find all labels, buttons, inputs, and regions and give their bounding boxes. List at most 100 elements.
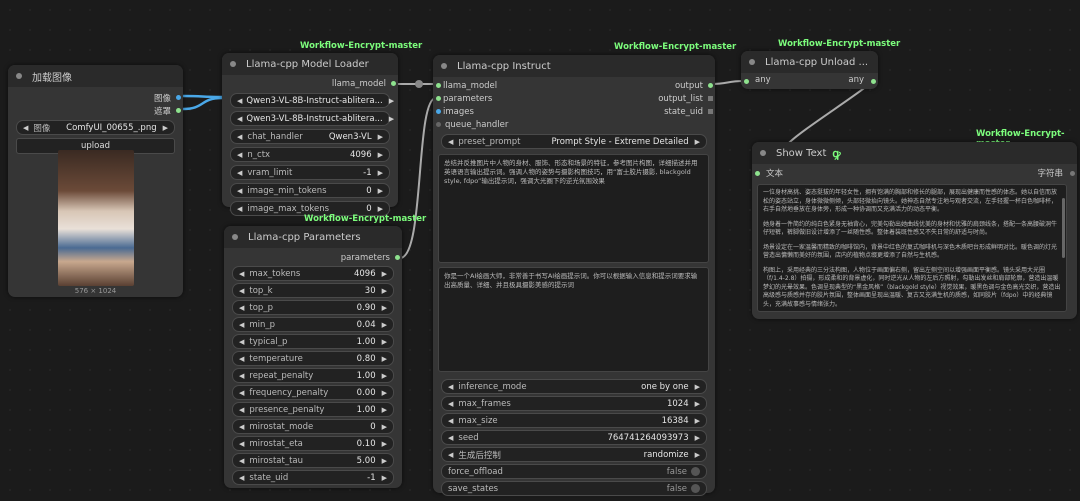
system-prompt-textarea[interactable]: 你是一个AI绘画大师，非常善于书写AI绘画提示词。你可以根据输入信息和提示词要求… (438, 267, 709, 372)
input-parameters[interactable]: parameters (433, 92, 573, 105)
instruct-widget-1[interactable]: ◀ max_frames 1024 ▶ (441, 396, 707, 411)
left-arrow-icon[interactable]: ◀ (239, 270, 244, 278)
toggle-icon[interactable] (691, 484, 700, 493)
right-arrow-icon[interactable]: ▶ (382, 287, 387, 295)
input-queue-handler[interactable]: queue_handler (433, 118, 573, 131)
node-header[interactable]: 加载图像 (8, 65, 183, 87)
param-max-tokens-input[interactable]: ◀ max_tokens 4096 ▶ (232, 266, 394, 281)
output-image[interactable]: 图像 (8, 91, 183, 104)
image-min-tokens-input[interactable]: ◀ image_min_tokens 0 ▶ (230, 183, 390, 198)
param-temperature-input[interactable]: ◀ temperature 0.80 ▶ (232, 351, 394, 366)
right-arrow-icon[interactable]: ▶ (695, 451, 700, 459)
output-pin-icon[interactable] (176, 108, 181, 113)
output-pin-icon[interactable] (176, 95, 181, 100)
chat-handler-select[interactable]: ◀ chat_handler Qwen3-VL ▶ (230, 129, 390, 144)
input-pin-icon[interactable] (436, 109, 441, 114)
output-any[interactable]: any (848, 75, 876, 85)
instruct-widget-2[interactable]: ◀ max_size 16384 ▶ (441, 413, 707, 428)
param-mirostat-tau-input[interactable]: ◀ mirostat_tau 5.00 ▶ (232, 453, 394, 468)
instruct-widget-6[interactable]: save_states false (441, 481, 707, 496)
parameters-node[interactable]: Llama-cpp Parameters parameters ◀ max_tok… (224, 226, 402, 488)
input-any[interactable]: any (744, 75, 771, 85)
mmproj-select[interactable]: ◀ Qwen3-VL-8B-Instruct-abliterа... ▶ (230, 111, 394, 126)
right-arrow-icon[interactable]: ▶ (378, 133, 383, 141)
left-arrow-icon[interactable]: ◀ (237, 187, 242, 195)
output-pin-icon[interactable] (708, 109, 713, 114)
right-arrow-icon[interactable]: ▶ (382, 389, 387, 397)
instruct-widget-3[interactable]: ◀ seed 764741264093973 ▶ (441, 430, 707, 445)
toggle-icon[interactable] (691, 467, 700, 476)
param-mirostat-eta-input[interactable]: ◀ mirostat_eta 0.10 ▶ (232, 436, 394, 451)
left-arrow-icon[interactable]: ◀ (239, 389, 244, 397)
collapse-dot-icon[interactable] (232, 234, 238, 240)
left-arrow-icon[interactable]: ◀ (239, 423, 244, 431)
input-pin-icon[interactable] (436, 96, 441, 101)
vram-limit-input[interactable]: ◀ vram_limit -1 ▶ (230, 165, 390, 180)
left-arrow-icon[interactable]: ◀ (239, 372, 244, 380)
input-pin-icon[interactable] (744, 78, 749, 84)
left-arrow-icon[interactable]: ◀ (239, 406, 244, 414)
output-pin-icon[interactable] (1070, 170, 1075, 176)
output-mask[interactable]: 遮罩 (8, 104, 183, 117)
right-arrow-icon[interactable]: ▶ (695, 138, 700, 146)
param-presence-penalty-input[interactable]: ◀ presence_penalty 1.00 ▶ (232, 402, 394, 417)
left-arrow-icon[interactable]: ◀ (448, 451, 453, 459)
right-arrow-icon[interactable]: ▶ (378, 187, 383, 195)
right-arrow-icon[interactable]: ▶ (382, 270, 387, 278)
instruct-widget-5[interactable]: force_offload false (441, 464, 707, 479)
param-top-k-input[interactable]: ◀ top_k 30 ▶ (232, 283, 394, 298)
right-arrow-icon[interactable]: ▶ (389, 115, 394, 123)
right-arrow-icon[interactable]: ▶ (382, 321, 387, 329)
n-ctx-input[interactable]: ◀ n_ctx 4096 ▶ (230, 147, 390, 162)
left-arrow-icon[interactable]: ◀ (237, 133, 242, 141)
left-arrow-icon[interactable]: ◀ (239, 287, 244, 295)
output-pin-icon[interactable] (871, 78, 876, 84)
output-pin-icon[interactable] (391, 81, 396, 86)
right-arrow-icon[interactable]: ▶ (382, 440, 387, 448)
right-arrow-icon[interactable]: ▶ (378, 169, 383, 177)
right-arrow-icon[interactable]: ▶ (695, 434, 700, 442)
collapse-dot-icon[interactable] (16, 73, 22, 79)
scrollbar[interactable] (1062, 198, 1065, 258)
right-arrow-icon[interactable]: ▶ (382, 372, 387, 380)
input-llama-model[interactable]: llama_model (433, 79, 573, 92)
right-arrow-icon[interactable]: ▶ (695, 400, 700, 408)
left-arrow-icon[interactable]: ◀ (239, 457, 244, 465)
left-arrow-icon[interactable]: ◀ (237, 205, 242, 213)
left-arrow-icon[interactable]: ◀ (239, 355, 244, 363)
left-arrow-icon[interactable]: ◀ (237, 97, 242, 105)
param-min-p-input[interactable]: ◀ min_p 0.04 ▶ (232, 317, 394, 332)
left-arrow-icon[interactable]: ◀ (239, 440, 244, 448)
right-arrow-icon[interactable]: ▶ (163, 124, 168, 132)
image-select[interactable]: ◀ 图像 ComfyUI_00655_.png ▶ (16, 120, 175, 135)
right-arrow-icon[interactable]: ▶ (382, 304, 387, 312)
right-arrow-icon[interactable]: ▶ (378, 205, 383, 213)
model-select[interactable]: ◀ Qwen3-VL-8B-Instruct-abliterа... ▶ (230, 93, 394, 108)
left-arrow-icon[interactable]: ◀ (448, 434, 453, 442)
output-string[interactable]: 字符串 (1037, 167, 1075, 179)
input-images[interactable]: images (433, 105, 573, 118)
output-parameters[interactable]: parameters (224, 251, 402, 264)
right-arrow-icon[interactable]: ▶ (382, 355, 387, 363)
left-arrow-icon[interactable]: ◀ (239, 474, 244, 482)
list-pin-icon[interactable] (708, 96, 713, 101)
output-state-uid[interactable]: state_uid (575, 105, 715, 118)
input-pin-icon[interactable] (755, 170, 760, 176)
right-arrow-icon[interactable]: ▶ (695, 383, 700, 391)
collapse-dot-icon[interactable] (441, 63, 447, 69)
prompt-textarea[interactable]: 总结并反推图片中人物的身材、服饰、形态和场景的特征，参考图片构图，详细描述并用英… (438, 154, 709, 263)
left-arrow-icon[interactable]: ◀ (448, 383, 453, 391)
param-frequency-penalty-input[interactable]: ◀ frequency_penalty 0.00 ▶ (232, 385, 394, 400)
param-mirostat-mode-input[interactable]: ◀ mirostat_mode 0 ▶ (232, 419, 394, 434)
right-arrow-icon[interactable]: ▶ (382, 423, 387, 431)
left-arrow-icon[interactable]: ◀ (239, 304, 244, 312)
left-arrow-icon[interactable]: ◀ (239, 321, 244, 329)
left-arrow-icon[interactable]: ◀ (237, 169, 242, 177)
node-header[interactable]: Show Text ꝙ (752, 142, 1077, 164)
left-arrow-icon[interactable]: ◀ (448, 138, 453, 146)
param-typical-p-input[interactable]: ◀ typical_p 1.00 ▶ (232, 334, 394, 349)
right-arrow-icon[interactable]: ▶ (695, 417, 700, 425)
show-text-node[interactable]: Show Text ꝙ 文本 字符串 一位身材高挑、姿态挺拔的年轻女性，拥有饱满… (752, 142, 1077, 319)
right-arrow-icon[interactable]: ▶ (389, 97, 394, 105)
node-header[interactable]: Llama-cpp Model Loader (222, 53, 398, 75)
